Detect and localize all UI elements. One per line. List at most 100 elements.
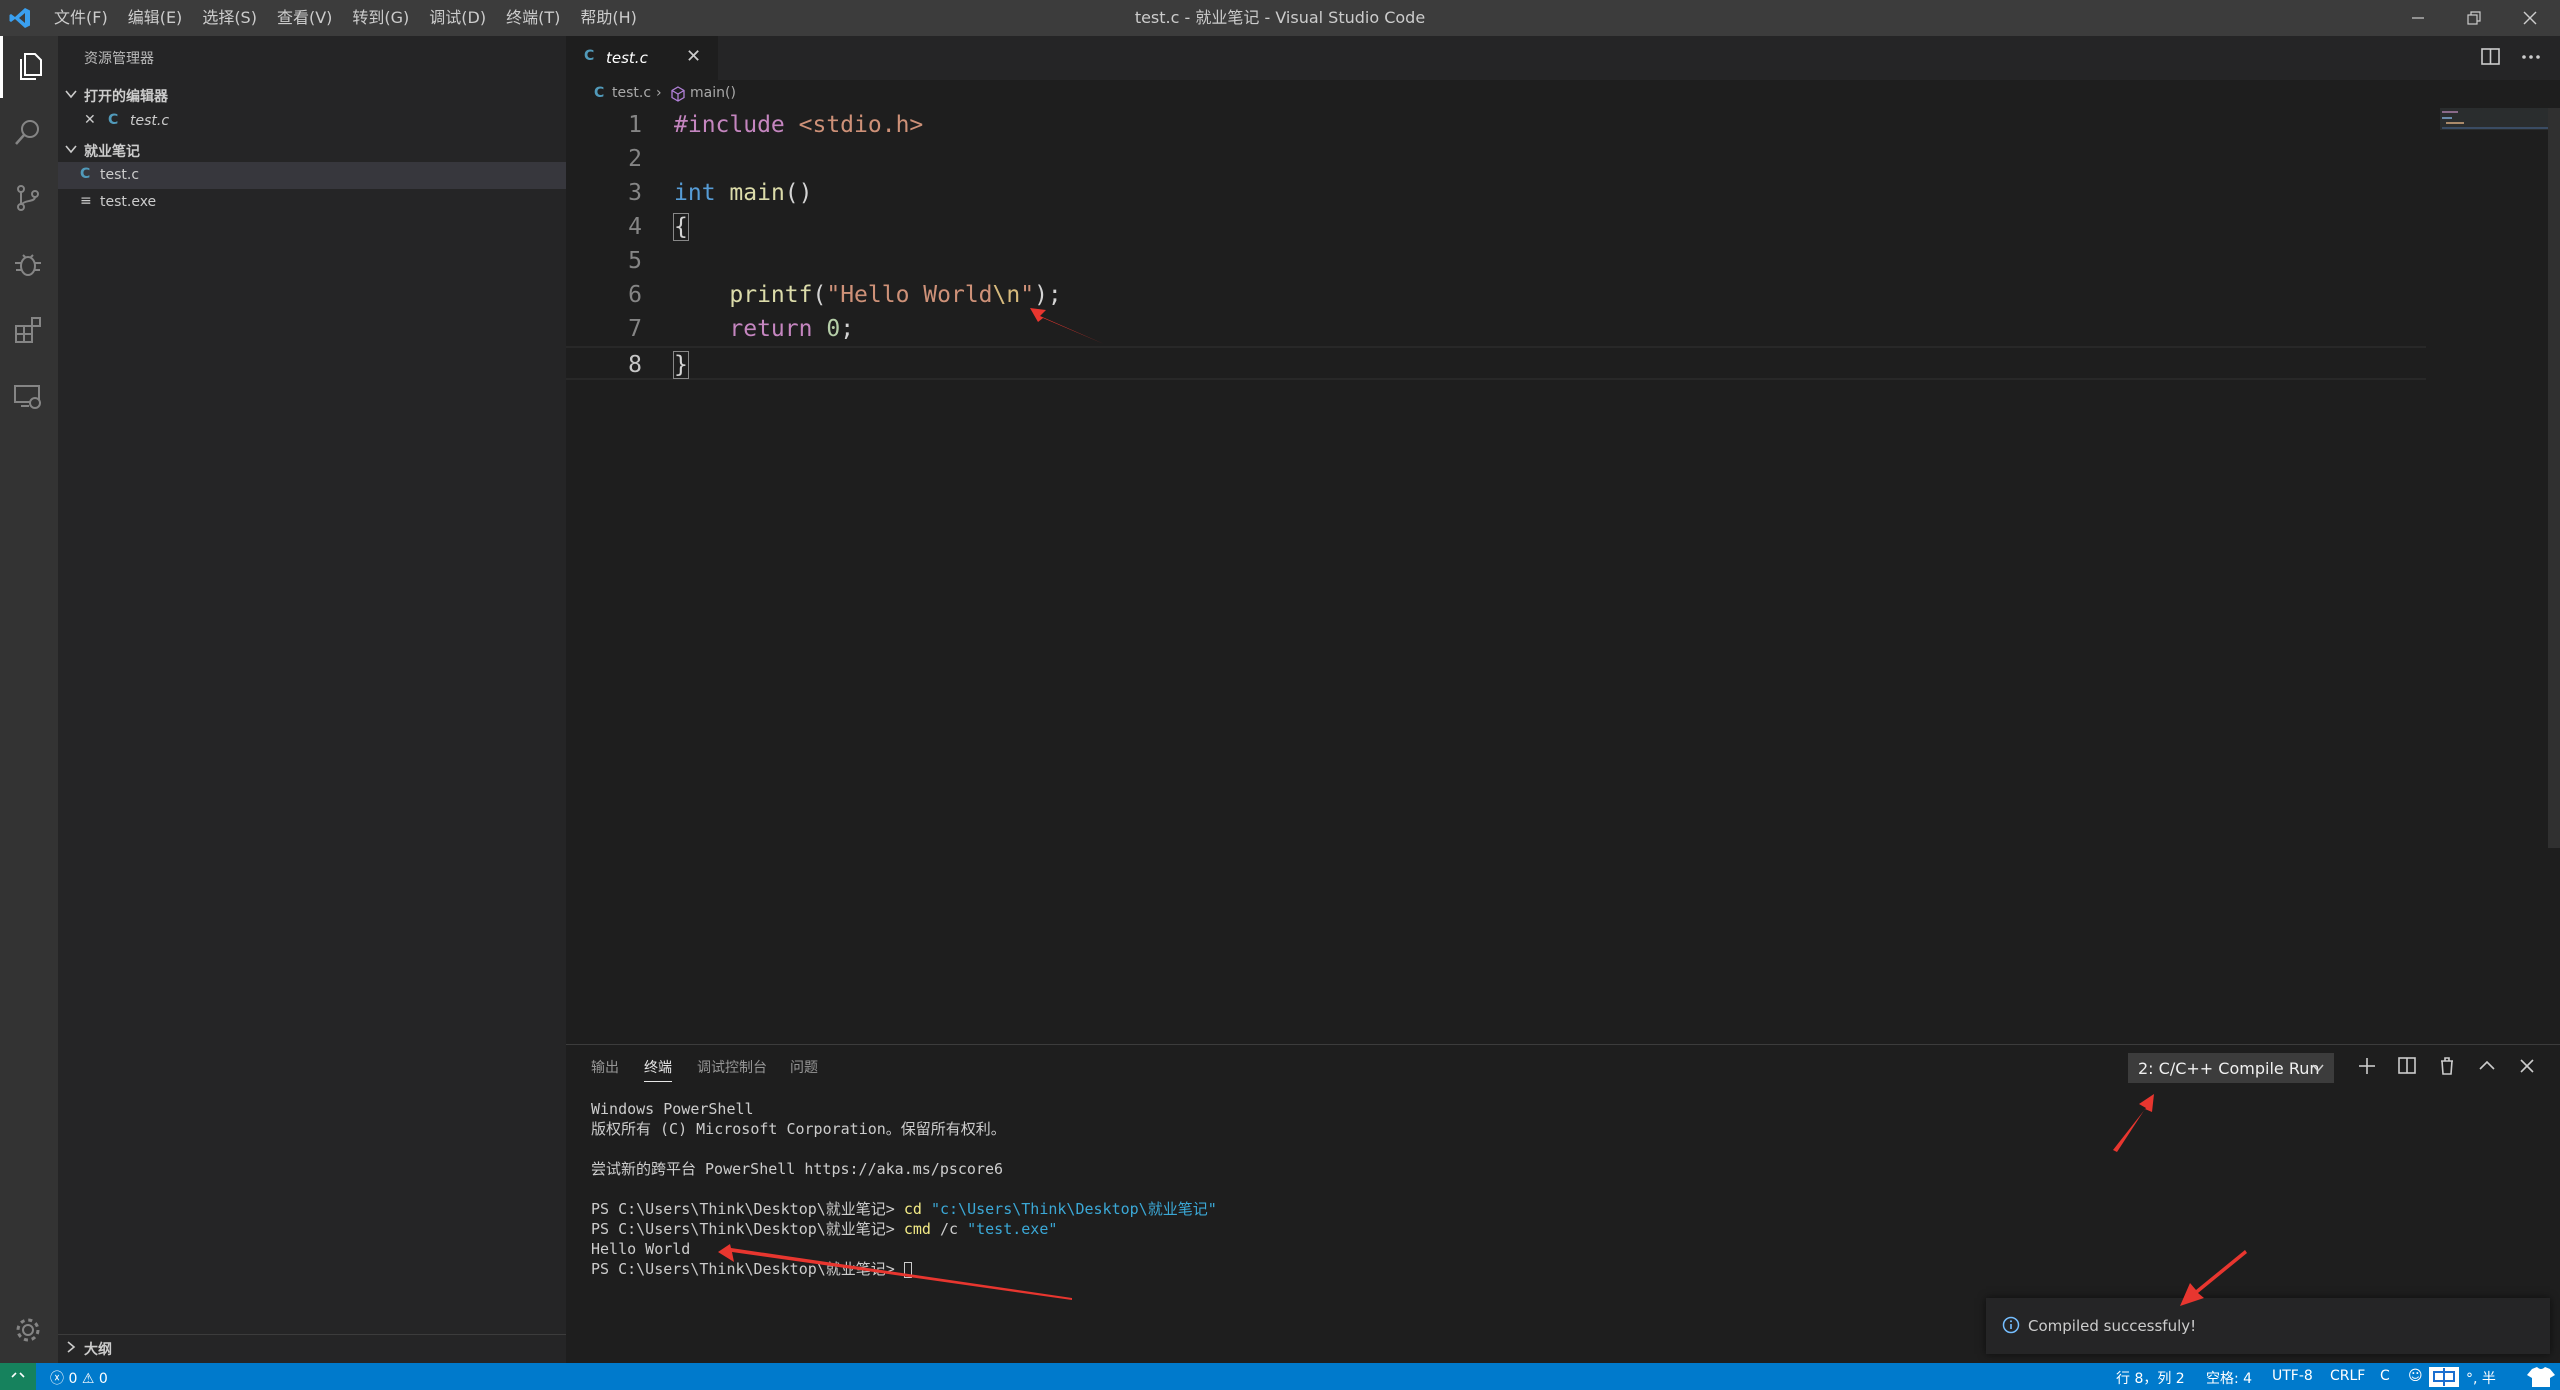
terminal-prompt: PS C:\Users\Think\Desktop\就业笔记>: [591, 1260, 904, 1278]
restore-button[interactable]: [2446, 0, 2502, 36]
terminal-line: PS C:\Users\Think\Desktop\就业笔记> cd "c:\U…: [591, 1199, 1217, 1219]
more-actions-icon[interactable]: [2520, 46, 2542, 68]
tab-terminal[interactable]: 终端: [644, 1057, 672, 1082]
folder-label: 就业笔记: [84, 144, 140, 160]
close-window-button[interactable]: [2502, 0, 2558, 36]
activity-bar: [0, 36, 58, 1363]
code-line: 5: [566, 244, 2426, 278]
new-terminal-icon[interactable]: [2356, 1055, 2378, 1077]
tab-debug-console[interactable]: 调试控制台: [697, 1057, 767, 1077]
code-text: int main(): [674, 180, 813, 206]
file-lines-icon: ≡: [80, 193, 92, 209]
tab-problems[interactable]: 问题: [790, 1057, 818, 1077]
remote-icon: [11, 1372, 25, 1378]
indentation[interactable]: 空格: 4: [2206, 1368, 2252, 1388]
activity-search[interactable]: [0, 102, 58, 164]
chevron-down-icon: [65, 145, 77, 154]
tab-test-c[interactable]: C test.c ✕: [566, 36, 718, 80]
terminal-command: cd: [903, 1200, 922, 1218]
breadcrumb-file[interactable]: test.c: [612, 85, 651, 101]
open-editor-name: test.c: [130, 113, 170, 129]
terminal-argument: "test.exe": [967, 1220, 1058, 1238]
split-editor-icon[interactable]: [2480, 46, 2502, 68]
activity-debug[interactable]: [0, 234, 58, 296]
outline-label: 大纲: [84, 1342, 112, 1358]
menu-help[interactable]: 帮助(H): [570, 0, 647, 36]
line-number: 7: [628, 316, 642, 342]
menu-view[interactable]: 查看(V): [267, 0, 342, 36]
trash-icon[interactable]: [2436, 1055, 2458, 1077]
activity-source-control[interactable]: [0, 168, 58, 230]
minimize-icon: [2412, 17, 2424, 19]
terminal-output[interactable]: Windows PowerShell 版权所有 (C) Microsoft Co…: [591, 1099, 1217, 1279]
notification-toast[interactable]: Compiled successfuly!: [1986, 1298, 2550, 1354]
terminal-selector[interactable]: 2: C/C++ Compile Run: [2128, 1053, 2334, 1083]
menu-file[interactable]: 文件(F): [44, 0, 118, 36]
line-number: 2: [628, 146, 642, 172]
activity-remote-explorer[interactable]: [0, 366, 58, 428]
file-name: test.c: [100, 167, 140, 183]
activity-explorer[interactable]: [0, 36, 58, 98]
chevron-down-icon: [65, 90, 77, 99]
language-mode[interactable]: C: [2380, 1368, 2390, 1384]
gear-icon: [16, 1318, 40, 1342]
warning-icon: ⚠: [81, 1371, 95, 1387]
breadcrumb-separator-icon: ›: [656, 85, 662, 101]
tab-label: test.c: [606, 49, 648, 67]
ime-status[interactable]: °, 半: [2466, 1368, 2496, 1388]
code-editor[interactable]: 1 #include <stdio.h> 2 3 int main() 4 { …: [566, 108, 2560, 1044]
editor-scrollbar[interactable]: [2548, 108, 2560, 848]
problems-indicator[interactable]: ⓧ 0 ⚠ 0: [50, 1368, 108, 1388]
close-panel-icon[interactable]: [2516, 1055, 2538, 1077]
close-icon[interactable]: ✕: [84, 112, 96, 128]
cursor-position[interactable]: 行 8，列 2: [2116, 1368, 2185, 1388]
menu-bar: 文件(F) 编辑(E) 选择(S) 查看(V) 转到(G) 调试(D) 终端(T…: [44, 0, 647, 36]
file-item-test-c[interactable]: C test.c: [58, 162, 566, 189]
c-file-icon: C: [80, 166, 91, 182]
menu-debug[interactable]: 调试(D): [419, 0, 496, 36]
close-icon: [2523, 11, 2537, 25]
activity-manage[interactable]: [0, 1300, 58, 1362]
chevron-right-icon: [67, 1341, 76, 1353]
feedback-icon[interactable]: ☺: [2408, 1368, 2423, 1384]
menu-selection[interactable]: 选择(S): [192, 0, 267, 36]
menu-edit[interactable]: 编辑(E): [118, 0, 193, 36]
open-editors-header[interactable]: 打开的编辑器: [58, 82, 566, 108]
file-item-test-exe[interactable]: ≡ test.exe: [58, 189, 566, 216]
tab-output[interactable]: 输出: [591, 1057, 619, 1077]
menu-go[interactable]: 转到(G): [342, 0, 419, 36]
code-text: }: [673, 351, 689, 379]
error-count: 0: [68, 1371, 78, 1387]
split-terminal-icon[interactable]: [2396, 1055, 2418, 1077]
explorer-sidebar: 资源管理器 打开的编辑器 ✕ C test.c 就业笔记 C test.c ≡ …: [58, 36, 566, 1363]
shirt-skin-icon[interactable]: [2526, 1366, 2556, 1388]
remote-indicator[interactable]: [0, 1363, 36, 1390]
line-ending[interactable]: CRLF: [2330, 1368, 2365, 1384]
editor-tab-bar: C test.c ✕: [566, 36, 2560, 80]
vscode-logo-icon: [9, 8, 30, 28]
breadcrumb-symbol[interactable]: main(): [690, 85, 736, 101]
code-line: 3 int main(): [566, 176, 2426, 210]
open-editor-item[interactable]: ✕ C test.c: [58, 108, 566, 135]
tab-close-icon[interactable]: ✕: [686, 46, 701, 67]
restore-icon: [2467, 11, 2481, 25]
minimize-button[interactable]: [2390, 0, 2446, 36]
terminal-line: Windows PowerShell: [591, 1100, 754, 1118]
encoding[interactable]: UTF-8: [2272, 1368, 2313, 1384]
terminal-flag: /c: [930, 1220, 968, 1238]
outline-header[interactable]: 大纲: [58, 1334, 566, 1360]
file-name: test.exe: [100, 194, 157, 210]
ime-chinese-icon[interactable]: [2428, 1366, 2460, 1388]
terminal-prompt: PS C:\Users\Think\Desktop\就业笔记>: [591, 1200, 904, 1218]
menu-terminal[interactable]: 终端(T): [496, 0, 570, 36]
code-text: printf("Hello World\n");: [729, 282, 1062, 308]
line-number: 6: [628, 282, 642, 308]
terminal-prompt: PS C:\Users\Think\Desktop\就业笔记>: [591, 1220, 904, 1238]
minimap[interactable]: [2428, 108, 2548, 1044]
terminal-selector-value: 2: C/C++ Compile Run: [2138, 1059, 2320, 1078]
terminal-line: PS C:\Users\Think\Desktop\就业笔记> cmd /c "…: [591, 1219, 1217, 1239]
maximize-panel-icon[interactable]: [2476, 1055, 2498, 1077]
activity-extensions[interactable]: [0, 300, 58, 362]
code-line: 7 return 0;: [566, 312, 2426, 346]
folder-header[interactable]: 就业笔记: [58, 137, 566, 163]
